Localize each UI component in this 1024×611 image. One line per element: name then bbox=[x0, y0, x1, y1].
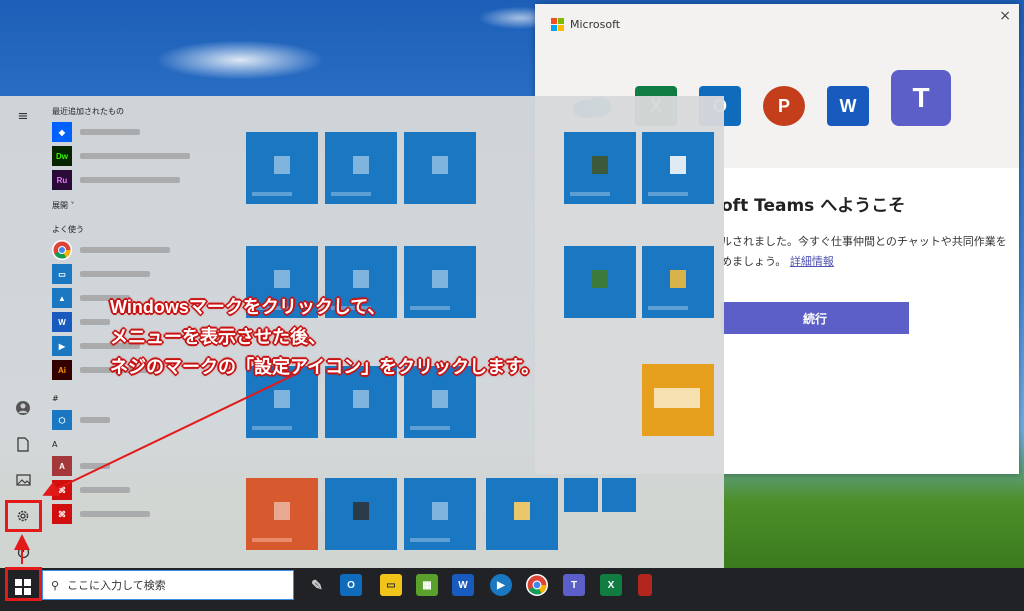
list-item[interactable]: ◆ bbox=[52, 120, 232, 144]
start-tile[interactable] bbox=[642, 246, 714, 318]
pen-tool-icon[interactable]: ✎ bbox=[306, 574, 328, 596]
taskbar: ⚲ ここに入力して検索 ✎ O ▭ ▦ W ▶ T X bbox=[0, 568, 1024, 611]
word-app-icon: W bbox=[52, 312, 72, 332]
start-tile[interactable] bbox=[564, 246, 636, 318]
list-item[interactable]: Ru bbox=[52, 168, 232, 192]
description-line2: めましょう。 bbox=[721, 255, 787, 268]
welcome-description: ルされました。今すぐ仕事仲間とのチャットや共同作業を めましょう。 詳細情報 bbox=[721, 232, 1011, 272]
word-icon: W bbox=[827, 86, 869, 126]
app-taskbar-icon[interactable]: ▦ bbox=[416, 574, 438, 596]
start-tile[interactable] bbox=[325, 132, 397, 204]
chrome-taskbar-icon[interactable] bbox=[526, 574, 548, 596]
dreamweaver-icon: Dw bbox=[52, 146, 72, 166]
list-item[interactable]: ⬡ bbox=[52, 408, 232, 432]
hamburger-menu-icon[interactable]: ≡ bbox=[13, 106, 33, 126]
photos-icon: ▲ bbox=[52, 288, 72, 308]
frequent-header: よく使う bbox=[52, 225, 84, 234]
documents-icon[interactable] bbox=[13, 434, 33, 454]
acrobat-distiller-icon: ⌘ bbox=[52, 504, 72, 524]
start-tile[interactable] bbox=[602, 478, 636, 512]
media-player-icon: ▶ bbox=[52, 336, 72, 356]
start-menu-rail: ≡ bbox=[0, 96, 44, 568]
teams-taskbar-icon[interactable]: T bbox=[563, 574, 585, 596]
welcome-title: oft Teams へようこそ bbox=[721, 196, 906, 216]
media-player-taskbar-icon[interactable]: ▶ bbox=[490, 574, 512, 596]
microsoft-brand: Microsoft bbox=[551, 18, 620, 31]
learn-more-link[interactable]: 詳細情報 bbox=[790, 255, 834, 268]
hash-header[interactable]: # bbox=[52, 394, 232, 408]
dropbox-icon: ◆ bbox=[52, 122, 72, 142]
explorer-icon: ▭ bbox=[52, 264, 72, 284]
annotation-line2: メニューを表示させた後、 bbox=[110, 327, 326, 348]
start-tile[interactable] bbox=[642, 132, 714, 204]
power-icon[interactable] bbox=[13, 542, 33, 562]
annotation-line1-rest: マークをクリックして、 bbox=[188, 297, 386, 318]
microsoft-logo-icon bbox=[551, 18, 564, 31]
start-tile[interactable] bbox=[246, 478, 318, 550]
description-line1: ルされました。今すぐ仕事仲間とのチャットや共同作業を bbox=[721, 235, 1007, 248]
word-taskbar-icon[interactable]: W bbox=[452, 574, 474, 596]
acrobat-icon: ⌘ bbox=[52, 480, 72, 500]
excel-taskbar-icon[interactable]: X bbox=[600, 574, 622, 596]
recent-header: 最近追加されたもの bbox=[52, 107, 124, 116]
rush-icon: Ru bbox=[52, 170, 72, 190]
settings-highlight-box bbox=[5, 500, 42, 532]
continue-button[interactable]: 続行 bbox=[721, 302, 909, 334]
list-item[interactable]: ⌘ bbox=[52, 478, 232, 502]
start-tile[interactable] bbox=[564, 132, 636, 204]
taskbar-search-box[interactable]: ⚲ ここに入力して検索 bbox=[42, 570, 294, 600]
instruction-annotation: Windowsマークをクリックして、 メニューを表示させた後、 ネジのマークの「… bbox=[110, 292, 539, 383]
pictures-icon[interactable] bbox=[13, 470, 33, 490]
start-tile[interactable] bbox=[404, 132, 476, 204]
close-button[interactable]: × bbox=[999, 8, 1011, 24]
illustrator-icon: Ai bbox=[52, 360, 72, 380]
a-header[interactable]: A bbox=[52, 440, 232, 454]
search-icon: ⚲ bbox=[51, 578, 60, 592]
expand-toggle[interactable]: 展開 ˅ bbox=[52, 200, 232, 214]
start-tile[interactable] bbox=[404, 478, 476, 550]
powerpoint-icon: P bbox=[763, 86, 805, 126]
outlook-taskbar-icon[interactable]: O bbox=[340, 574, 362, 596]
list-item[interactable]: ⌘ bbox=[52, 502, 232, 526]
list-item[interactable]: ▭ bbox=[52, 262, 232, 286]
start-tile[interactable] bbox=[564, 478, 598, 512]
list-item[interactable] bbox=[52, 238, 232, 262]
3d-viewer-icon: ⬡ bbox=[52, 410, 72, 430]
start-tile[interactable] bbox=[246, 132, 318, 204]
start-button-highlight-box bbox=[5, 567, 42, 601]
start-tile[interactable] bbox=[642, 364, 714, 436]
start-tile[interactable] bbox=[486, 478, 558, 550]
search-placeholder: ここに入力して検索 bbox=[67, 579, 166, 592]
annotation-line1: Windowsマークをクリックして、 bbox=[110, 292, 539, 323]
phone-app-icon[interactable] bbox=[638, 574, 652, 596]
start-tile[interactable] bbox=[325, 478, 397, 550]
annotation-line1-latin: Windows bbox=[110, 297, 189, 317]
teams-icon: T bbox=[891, 70, 951, 126]
file-explorer-icon[interactable]: ▭ bbox=[380, 574, 402, 596]
annotation-line3: ネジのマークの「設定アイコン」をクリックします。 bbox=[110, 357, 540, 378]
microsoft-brand-label: Microsoft bbox=[570, 18, 621, 31]
user-avatar-icon[interactable] bbox=[13, 398, 33, 418]
list-item[interactable]: A bbox=[52, 454, 232, 478]
chrome-icon bbox=[52, 240, 72, 260]
list-item[interactable]: Dw bbox=[52, 144, 232, 168]
access-icon: A bbox=[52, 456, 72, 476]
